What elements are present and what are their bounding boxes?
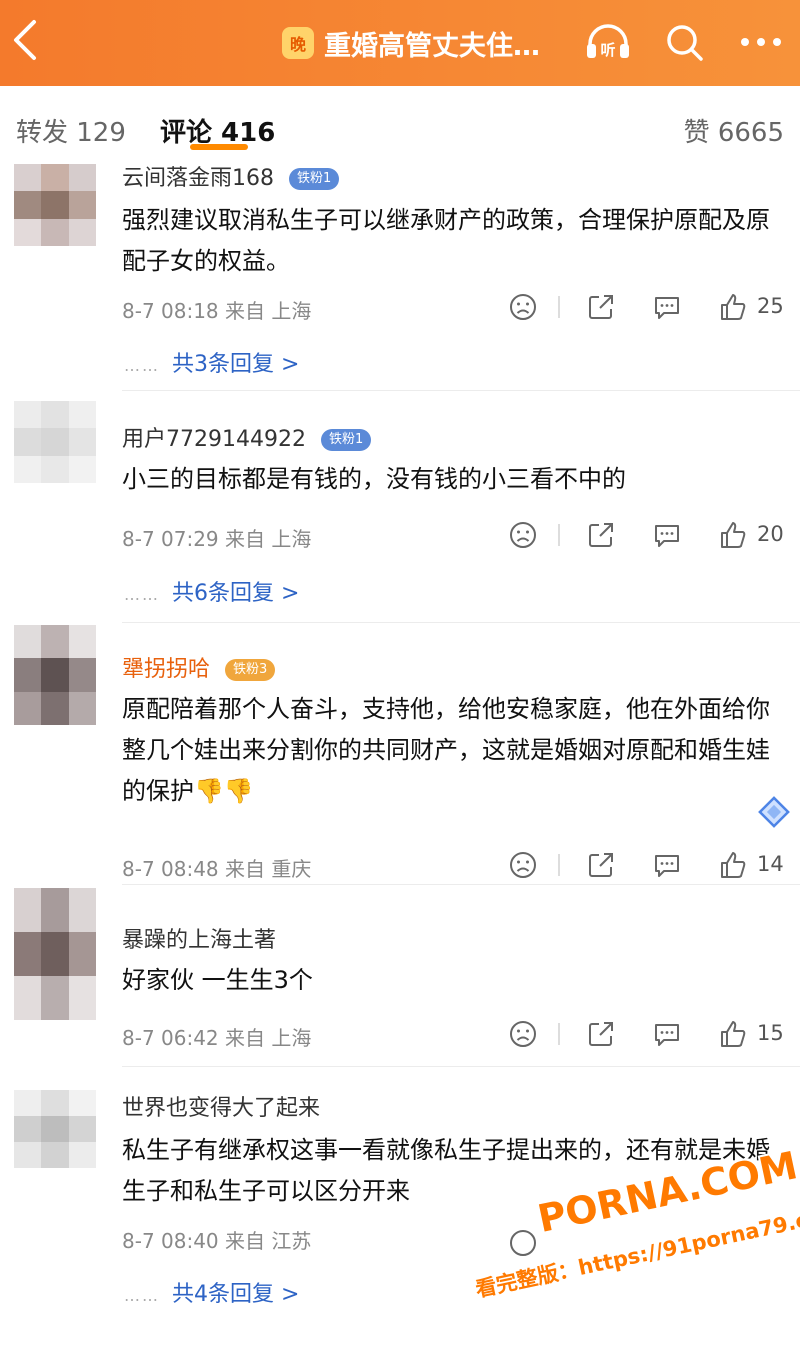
search-icon — [667, 25, 703, 61]
like-count: 25 — [757, 294, 784, 318]
comment-author[interactable]: 用户7729144922 铁粉1 — [122, 421, 372, 453]
comment-text: 私生子有继承权这事一看就像私生子提出来的，还有就是未婚生子和私生子可以区分开来 — [122, 1136, 770, 1205]
fan-level-badge: 铁粉1 — [289, 168, 340, 190]
comment-icon[interactable] — [652, 1019, 682, 1049]
listen-label: 听 — [600, 41, 615, 59]
comment-author[interactable]: 云间落金雨168 铁粉1 — [122, 160, 340, 192]
comment-actions: 14 — [500, 846, 800, 886]
comment-text: 强烈建议取消私生子可以继承财产的政策，合理保护原配及原配子女的权益。 — [122, 206, 770, 275]
view-replies-link[interactable]: …… 共3条回复 > — [124, 346, 299, 378]
weibo-badge-icon: 晚 — [282, 27, 314, 59]
comment-icon[interactable] — [652, 520, 682, 550]
page-title: 重婚高管丈夫住… — [324, 30, 540, 62]
like-count: 15 — [757, 1021, 784, 1045]
comment-text: 小三的目标都是有钱的，没有钱的小三看不中的 — [122, 465, 626, 493]
more-icon — [741, 38, 781, 46]
replies-dots-icon: …… — [124, 584, 160, 604]
dislike-face-icon[interactable] — [508, 1228, 538, 1258]
comment-meta: 8-7 06:42 来自 上海 — [122, 1026, 312, 1050]
comment-item: 犟拐拐哈 铁粉3 原配陪着那个人奋斗，支持他，给他安稳家庭，他在外面给你整几个娃… — [0, 625, 800, 883]
divider — [122, 390, 800, 391]
avatar[interactable] — [14, 625, 96, 725]
dislike-face-icon[interactable] — [508, 1019, 538, 1049]
comment-actions: 25 — [500, 288, 800, 328]
comment-item: 世界也变得大了起来 私生子有继承权这事一看就像私生子提出来的，还有就是未婚生子和… — [0, 1070, 800, 1333]
floating-diamond-icon[interactable] — [756, 794, 792, 830]
author-name: 世界也变得大了起来 — [122, 1096, 321, 1121]
listen-button[interactable]: 听 — [584, 22, 632, 62]
back-button[interactable] — [10, 18, 46, 66]
action-divider — [558, 1023, 560, 1045]
comment-actions: 15 — [500, 1015, 800, 1055]
like-icon[interactable] — [718, 520, 748, 550]
chevron-left-icon — [14, 20, 36, 60]
view-replies-link[interactable]: …… 共4条回复 > — [124, 1276, 299, 1308]
comment-author[interactable]: 世界也变得大了起来 — [122, 1090, 320, 1122]
share-icon[interactable] — [586, 1019, 616, 1049]
more-button[interactable] — [738, 22, 784, 62]
avatar[interactable] — [14, 1090, 96, 1168]
dislike-face-icon[interactable] — [508, 520, 538, 550]
fan-level-badge: 铁粉3 — [225, 659, 276, 681]
comment-meta: 8-7 08:18 来自 上海 — [122, 299, 312, 323]
like-icon[interactable] — [718, 292, 748, 322]
replies-label: 共6条回复 > — [172, 581, 300, 606]
comment-meta: 8-7 07:29 来自 上海 — [122, 527, 312, 551]
like-count: 20 — [757, 522, 784, 546]
avatar[interactable] — [14, 401, 96, 483]
dislike-face-icon[interactable] — [508, 292, 538, 322]
author-name: 云间落金雨168 — [122, 166, 274, 191]
comment-meta: 8-7 08:40 来自 江苏 — [122, 1229, 312, 1253]
like-icon[interactable] — [718, 850, 748, 880]
avatar[interactable] — [14, 164, 96, 246]
tab-repost[interactable]: 转发 129 — [16, 112, 126, 149]
comment-text: 好家伙 一生生3个 — [122, 966, 313, 994]
author-name: 犟拐拐哈 — [122, 657, 211, 682]
comment-item: 用户7729144922 铁粉1 小三的目标都是有钱的，没有钱的小三看不中的 8… — [0, 395, 800, 625]
share-icon[interactable] — [586, 520, 616, 550]
avatar[interactable] — [14, 888, 96, 1020]
tab-like[interactable]: 赞 6665 — [684, 112, 784, 149]
share-icon[interactable] — [586, 850, 616, 880]
like-count: 14 — [757, 852, 784, 876]
dislike-face-icon[interactable] — [508, 850, 538, 880]
author-name: 用户7729144922 — [122, 427, 306, 452]
author-name: 暴躁的上海土著 — [122, 928, 277, 953]
action-divider — [558, 296, 560, 318]
comment-icon[interactable] — [652, 850, 682, 880]
top-bar: 晚 重婚高管丈夫住… 听 — [0, 0, 800, 86]
headphones-icon: 听 — [587, 24, 629, 59]
replies-label: 共3条回复 > — [172, 352, 300, 377]
action-divider — [558, 524, 560, 546]
like-icon[interactable] — [718, 1019, 748, 1049]
comment-item: 云间落金雨168 铁粉1 强烈建议取消私生子可以继承财产的政策，合理保护原配及原… — [0, 150, 800, 390]
title-area[interactable]: 晚 重婚高管丈夫住… — [282, 22, 540, 64]
replies-label: 共4条回复 > — [172, 1282, 300, 1307]
comment-author[interactable]: 暴躁的上海土著 — [122, 922, 276, 954]
view-replies-link[interactable]: …… 共6条回复 > — [124, 575, 299, 607]
replies-dots-icon: …… — [124, 355, 160, 375]
divider — [122, 622, 800, 623]
comment-author[interactable]: 犟拐拐哈 铁粉3 — [122, 651, 276, 683]
comment-meta: 8-7 08:48 来自 重庆 — [122, 857, 312, 881]
comment-text: 原配陪着那个人奋斗，支持他，给他安稳家庭，他在外面给你整几个娃出来分割你的共同财… — [122, 695, 770, 805]
divider — [122, 884, 800, 885]
fan-level-badge: 铁粉1 — [320, 429, 372, 451]
divider — [122, 1066, 800, 1067]
comment-item: 暴躁的上海土著 好家伙 一生生3个 8-7 06:42 来自 上海 15 — [0, 888, 800, 1063]
comment-actions: 20 — [500, 516, 800, 556]
share-icon[interactable] — [586, 292, 616, 322]
action-divider — [558, 854, 560, 876]
comment-icon[interactable] — [652, 292, 682, 322]
replies-dots-icon: …… — [124, 1285, 160, 1305]
search-button[interactable] — [664, 22, 704, 62]
